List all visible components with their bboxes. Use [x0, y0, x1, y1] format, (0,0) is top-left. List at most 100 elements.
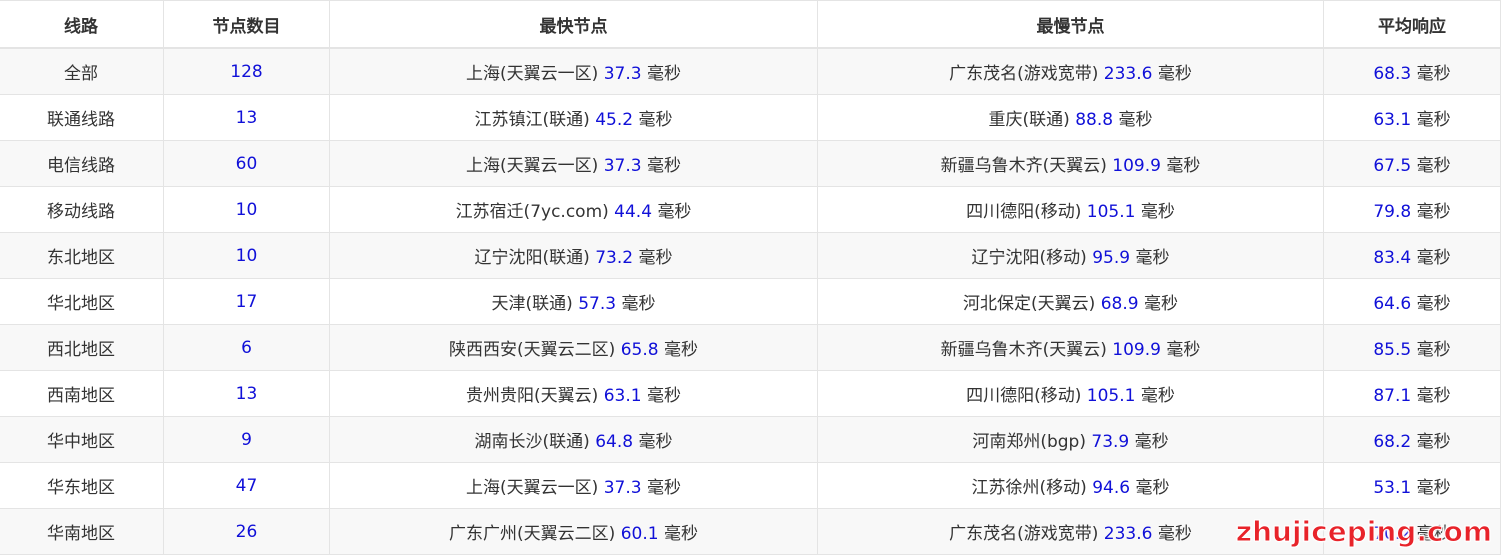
cell-node-count: 10 [163, 232, 330, 279]
cell-line: 华南地区 [0, 508, 164, 555]
fastest-node-unit: 毫秒 [638, 110, 673, 130]
avg-response-ms: 64.6 [1373, 294, 1412, 314]
cell-slowest-node: 四川德阳(移动) 105.1 毫秒 [817, 186, 1324, 233]
line-name: 全部 [64, 64, 98, 84]
slowest-node-unit: 毫秒 [1134, 432, 1169, 452]
node-count: 26 [235, 521, 258, 542]
ping-results-table: 线路 节点数目 最快节点 最慢节点 平均响应 全部 128 上海(天翼云一区) 37… [0, 0, 1501, 555]
fastest-node-unit: 毫秒 [646, 156, 681, 176]
cell-slowest-node: 辽宁沈阳(移动) 95.9 毫秒 [817, 232, 1324, 279]
fastest-node-ms: 65.8 [620, 340, 659, 360]
fastest-node-ms: 60.1 [620, 524, 659, 544]
fastest-node-unit: 毫秒 [663, 340, 698, 360]
line-name: 西南地区 [47, 386, 115, 406]
table-row: 全部 128 上海(天翼云一区) 37.3 毫秒 广东茂名(游戏宽带) 233.6 毫… [0, 47, 1501, 95]
cell-line: 华北地区 [0, 278, 164, 325]
slowest-node-ms: 105.1 [1086, 202, 1136, 222]
avg-response-unit: 毫秒 [1416, 156, 1451, 176]
line-name: 华北地区 [47, 294, 115, 314]
slowest-node-ms: 233.6 [1103, 64, 1153, 84]
cell-avg-response: 68.3 毫秒 [1323, 47, 1501, 95]
slowest-node-unit: 毫秒 [1157, 524, 1192, 544]
table-row: 华北地区 17 天津(联通) 57.3 毫秒 河北保定(天翼云) 68.9 毫秒 64.… [0, 278, 1501, 325]
cell-fastest-node: 江苏宿迁(7yc.com) 44.4 毫秒 [329, 186, 818, 233]
cell-slowest-node: 广东茂名(游戏宽带) 233.6 毫秒 [817, 47, 1324, 95]
line-name: 电信线路 [47, 156, 115, 176]
cell-avg-response: 63.1 毫秒 [1323, 94, 1501, 141]
fastest-node-name: 天津(联通) [491, 294, 573, 314]
fastest-node-name: 湖南长沙(联通) [474, 432, 590, 452]
fastest-node-ms: 63.1 [603, 386, 642, 406]
cell-fastest-node: 湖南长沙(联通) 64.8 毫秒 [329, 416, 818, 463]
slowest-node-name: 广东茂名(游戏宽带) [949, 524, 1099, 544]
cell-fastest-node: 辽宁沈阳(联通) 73.2 毫秒 [329, 232, 818, 279]
line-name: 联通线路 [47, 110, 115, 130]
fastest-node-unit: 毫秒 [621, 294, 656, 314]
fastest-node-name: 辽宁沈阳(联通) [474, 248, 590, 268]
fastest-node-name: 广东广州(天翼云二区) [449, 524, 616, 544]
cell-slowest-node: 四川德阳(移动) 105.1 毫秒 [817, 370, 1324, 417]
cell-avg-response: 68.2 毫秒 [1323, 416, 1501, 463]
table-row: 华东地区 47 上海(天翼云一区) 37.3 毫秒 江苏徐州(移动) 94.6 毫秒 5… [0, 462, 1501, 509]
line-name: 东北地区 [47, 248, 115, 268]
cell-node-count: 17 [163, 278, 330, 325]
fastest-node-name: 江苏宿迁(7yc.com) [455, 202, 609, 222]
cell-slowest-node: 河北保定(天翼云) 68.9 毫秒 [817, 278, 1324, 325]
avg-response-unit: 毫秒 [1416, 386, 1451, 406]
fastest-node-ms: 45.2 [595, 110, 634, 130]
header-slowest-node: 最慢节点 [817, 0, 1324, 49]
slowest-node-unit: 毫秒 [1157, 64, 1192, 84]
slowest-node-ms: 95.9 [1092, 248, 1131, 268]
avg-response-unit: 毫秒 [1416, 110, 1451, 130]
node-count: 6 [241, 337, 252, 358]
cell-line: 全部 [0, 47, 164, 95]
slowest-node-name: 新疆乌鲁木齐(天翼云) [940, 156, 1107, 176]
fastest-node-unit: 毫秒 [638, 432, 673, 452]
avg-response-unit: 毫秒 [1416, 202, 1451, 222]
cell-avg-response: 85.5 毫秒 [1323, 324, 1501, 371]
cell-fastest-node: 上海(天翼云一区) 37.3 毫秒 [329, 140, 818, 187]
cell-node-count: 60 [163, 140, 330, 187]
fastest-node-name: 陕西西安(天翼云二区) [449, 340, 616, 360]
cell-slowest-node: 新疆乌鲁木齐(天翼云) 109.9 毫秒 [817, 140, 1324, 187]
fastest-node-ms: 37.3 [603, 64, 642, 84]
line-name: 华南地区 [47, 524, 115, 544]
cell-slowest-node: 重庆(联通) 88.8 毫秒 [817, 94, 1324, 141]
cell-avg-response: 79.8 毫秒 [1323, 186, 1501, 233]
slowest-node-unit: 毫秒 [1118, 110, 1153, 130]
slowest-node-name: 江苏徐州(移动) [971, 478, 1087, 498]
node-count: 10 [235, 199, 258, 220]
header-node-count: 节点数目 [163, 0, 330, 49]
cell-line: 东北地区 [0, 232, 164, 279]
fastest-node-name: 上海(天翼云一区) [466, 64, 599, 84]
avg-response-ms: 70.2 [1373, 524, 1412, 544]
slowest-node-ms: 105.1 [1086, 386, 1136, 406]
slowest-node-name: 四川德阳(移动) [966, 202, 1082, 222]
fastest-node-unit: 毫秒 [657, 202, 692, 222]
fastest-node-name: 上海(天翼云一区) [466, 478, 599, 498]
line-name: 移动线路 [47, 202, 115, 222]
cell-node-count: 47 [163, 462, 330, 509]
fastest-node-ms: 57.3 [578, 294, 617, 314]
line-name: 华东地区 [47, 478, 115, 498]
fastest-node-ms: 44.4 [614, 202, 653, 222]
avg-response-unit: 毫秒 [1416, 64, 1451, 84]
slowest-node-name: 河北保定(天翼云) [963, 294, 1096, 314]
fastest-node-ms: 73.2 [595, 248, 634, 268]
avg-response-unit: 毫秒 [1416, 478, 1451, 498]
avg-response-unit: 毫秒 [1416, 340, 1451, 360]
cell-slowest-node: 广东茂名(游戏宽带) 233.6 毫秒 [817, 508, 1324, 555]
slowest-node-ms: 109.9 [1112, 340, 1161, 360]
table-row: 西北地区 6 陕西西安(天翼云二区) 65.8 毫秒 新疆乌鲁木齐(天翼云) 109.… [0, 324, 1501, 371]
fastest-node-ms: 37.3 [603, 478, 642, 498]
avg-response-ms: 63.1 [1373, 110, 1412, 130]
cell-line: 西南地区 [0, 370, 164, 417]
fastest-node-name: 贵州贵阳(天翼云) [466, 386, 599, 406]
slowest-node-name: 河南郑州(bgp) [972, 432, 1086, 452]
cell-fastest-node: 天津(联通) 57.3 毫秒 [329, 278, 818, 325]
cell-line: 移动线路 [0, 186, 164, 233]
header-fastest-node: 最快节点 [329, 0, 818, 49]
cell-node-count: 9 [163, 416, 330, 463]
slowest-node-ms: 109.9 [1112, 156, 1161, 176]
cell-slowest-node: 江苏徐州(移动) 94.6 毫秒 [817, 462, 1324, 509]
